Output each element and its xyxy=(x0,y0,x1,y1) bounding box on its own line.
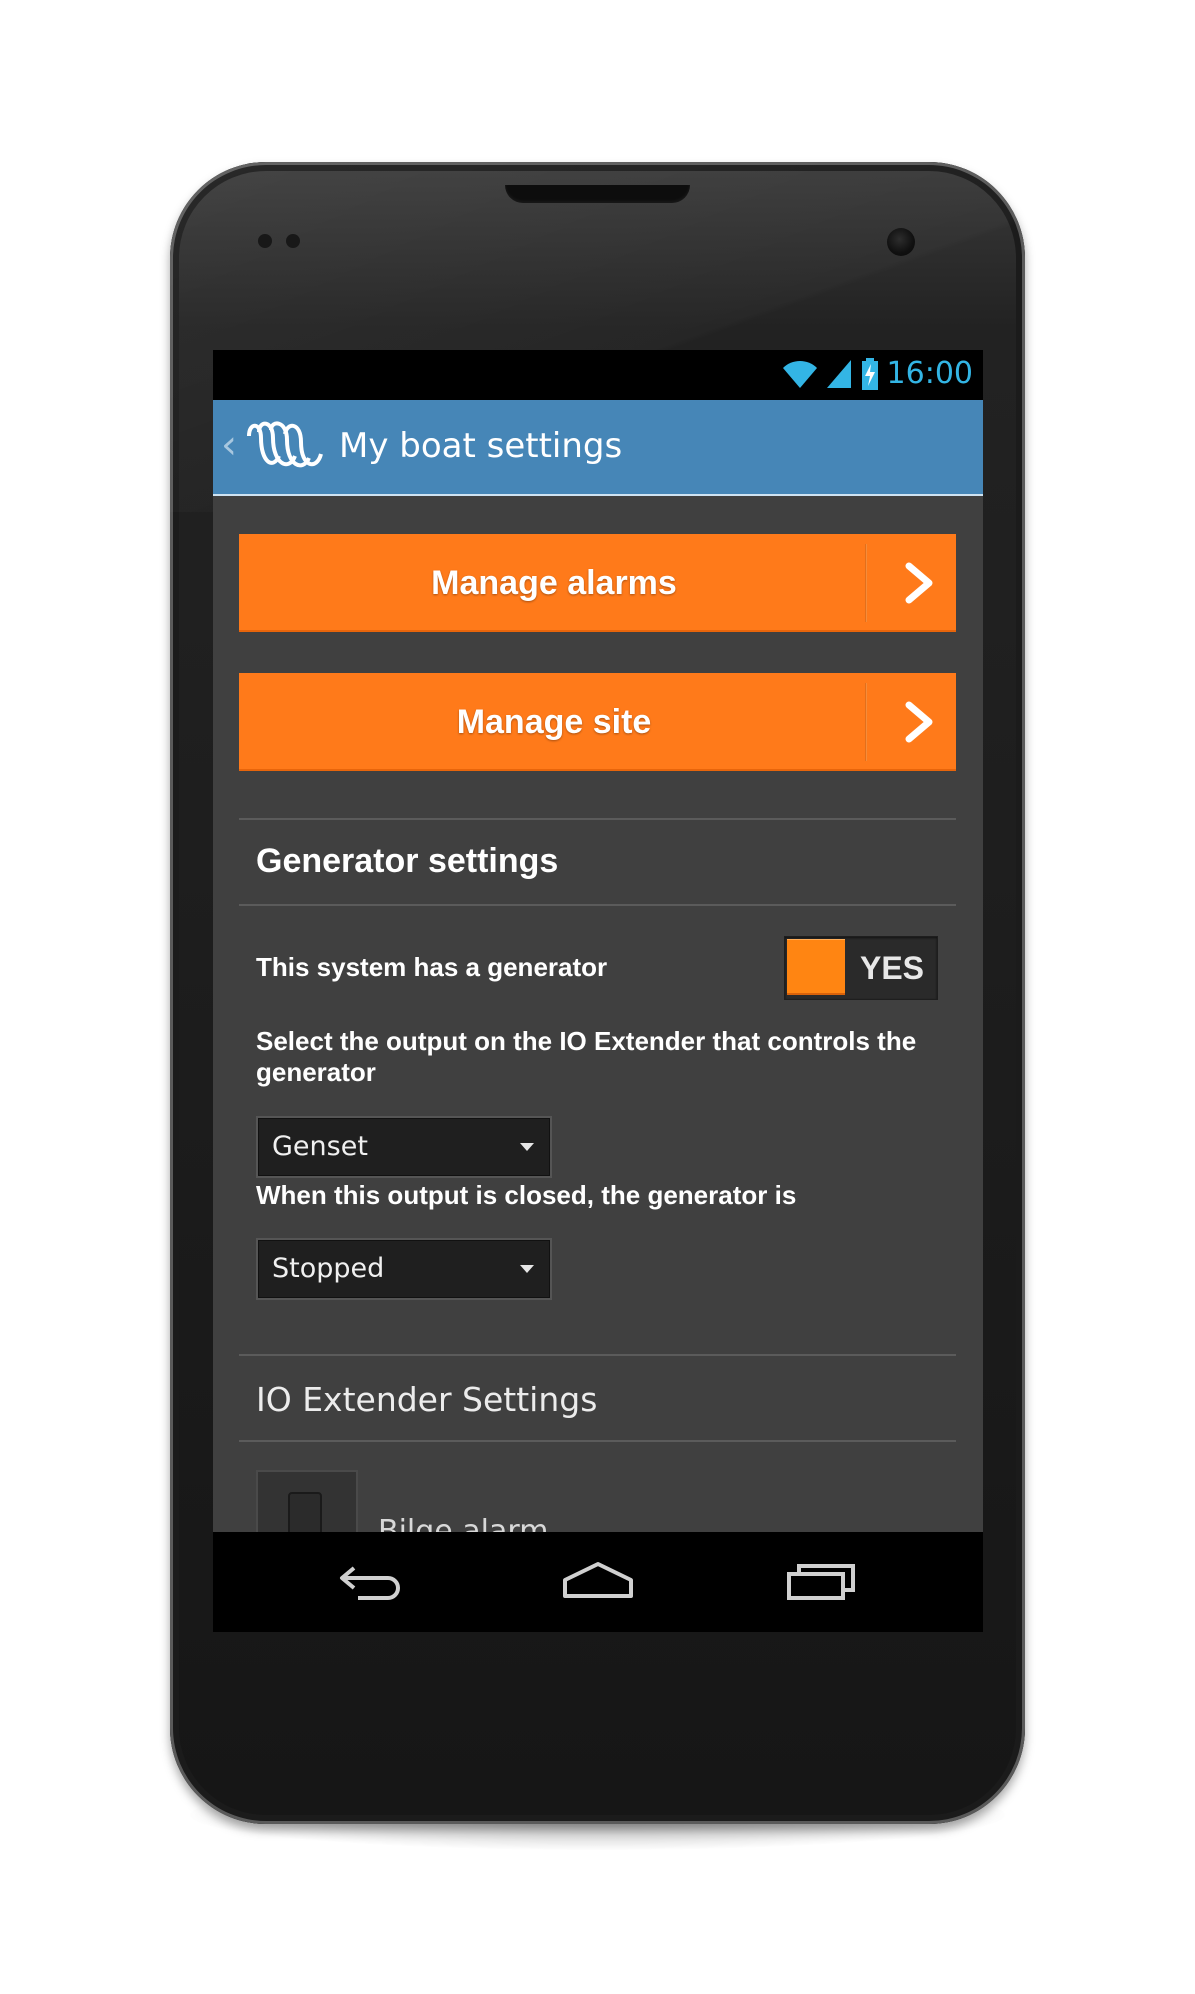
status-icons: 16:00 xyxy=(781,356,973,391)
output-select[interactable]: Genset xyxy=(256,1116,552,1178)
chevron-left-icon[interactable]: ‹ xyxy=(221,422,237,468)
screen: 16:00 ‹ My boat settings Manage alarms M… xyxy=(213,350,983,1632)
settings-content: Manage alarms Manage site Generator sett… xyxy=(213,496,983,1572)
divider xyxy=(239,1354,956,1356)
button-divider xyxy=(865,544,867,622)
earpiece-speaker xyxy=(505,185,690,203)
has-generator-toggle[interactable]: YES xyxy=(784,936,938,1000)
toggle-knob xyxy=(787,939,845,995)
navigation-bar xyxy=(213,1532,983,1632)
manage-alarms-label: Manage alarms xyxy=(431,564,677,602)
closed-state-value: Stopped xyxy=(272,1253,385,1284)
light-sensor xyxy=(286,234,300,248)
signal-icon xyxy=(826,359,851,388)
victron-logo-icon[interactable] xyxy=(243,418,325,476)
status-bar: 16:00 xyxy=(213,350,983,400)
chevron-right-icon xyxy=(905,701,933,743)
front-camera xyxy=(887,228,915,256)
wifi-icon xyxy=(782,360,817,388)
toggle-state: YES xyxy=(859,950,925,986)
chevron-right-icon xyxy=(905,562,933,604)
battery-charging-icon xyxy=(861,357,878,390)
dropdown-arrow-icon xyxy=(520,1265,534,1273)
divider xyxy=(239,904,956,906)
closed-state-select[interactable]: Stopped xyxy=(256,1238,552,1300)
action-bar: ‹ My boat settings xyxy=(213,400,983,496)
back-icon[interactable] xyxy=(338,1560,408,1602)
manage-alarms-button[interactable]: Manage alarms xyxy=(239,534,956,632)
divider xyxy=(239,818,956,820)
output-select-label: Select the output on the IO Extender tha… xyxy=(256,1026,917,1087)
proximity-sensor xyxy=(258,234,272,248)
recent-apps-icon[interactable] xyxy=(785,1560,859,1602)
bilge-alarm-checkbox[interactable] xyxy=(288,1492,322,1536)
generator-settings-heading: Generator settings xyxy=(256,842,559,880)
button-divider xyxy=(865,683,867,761)
io-extender-heading: IO Extender Settings xyxy=(256,1380,598,1419)
page-title: My boat settings xyxy=(339,426,623,466)
divider xyxy=(239,1440,956,1442)
home-icon[interactable] xyxy=(561,1560,635,1602)
closed-state-label: When this output is closed, the generato… xyxy=(256,1180,797,1210)
dropdown-arrow-icon xyxy=(520,1143,534,1151)
output-select-value: Genset xyxy=(272,1131,368,1162)
manage-site-label: Manage site xyxy=(456,703,652,741)
manage-site-button[interactable]: Manage site xyxy=(239,673,956,771)
status-clock: 16:00 xyxy=(886,356,973,391)
